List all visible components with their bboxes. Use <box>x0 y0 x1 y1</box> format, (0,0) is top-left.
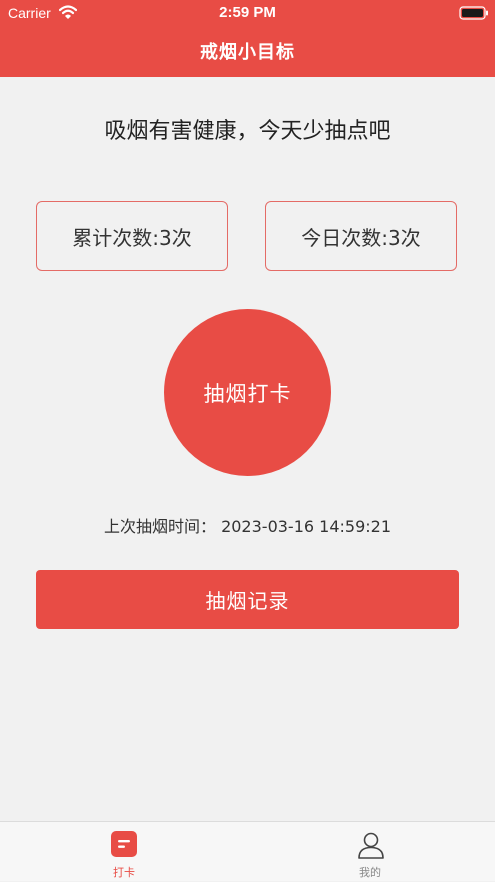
tab-bar: 打卡 我的 <box>0 821 495 881</box>
smoke-record-button[interactable]: 抽烟记录 <box>36 570 459 629</box>
last-smoke-time: 上次抽烟时间： 2023-03-16 14:59:21 <box>103 517 392 536</box>
tab-checkin[interactable]: 打卡 <box>64 822 184 882</box>
smoke-checkin-button[interactable]: 抽烟打卡 <box>164 309 331 476</box>
page-title: 戒烟小目标 <box>200 42 295 63</box>
total-count-label: 累计次数:3次 <box>72 225 192 250</box>
status-bar: Carrier 2:59 PM <box>0 0 495 26</box>
today-count-card: 今日次数:3次 <box>265 201 457 271</box>
checkin-icon <box>111 831 137 861</box>
today-count-label: 今日次数:3次 <box>301 225 421 250</box>
app-header: Carrier 2:59 PM 戒烟小目标 <box>0 0 495 77</box>
user-icon <box>357 831 385 863</box>
health-slogan: 吸烟有害健康，今天少抽点吧 <box>104 119 391 144</box>
total-count-card: 累计次数:3次 <box>36 201 228 271</box>
battery-icon <box>459 5 489 24</box>
tab-label: 打卡 <box>113 866 135 879</box>
tab-mine[interactable]: 我的 <box>310 822 430 882</box>
status-time: 2:59 PM <box>219 4 276 21</box>
record-button-label: 抽烟记录 <box>205 589 290 613</box>
tab-label: 我的 <box>359 866 381 879</box>
checkin-button-label: 抽烟打卡 <box>203 381 292 406</box>
